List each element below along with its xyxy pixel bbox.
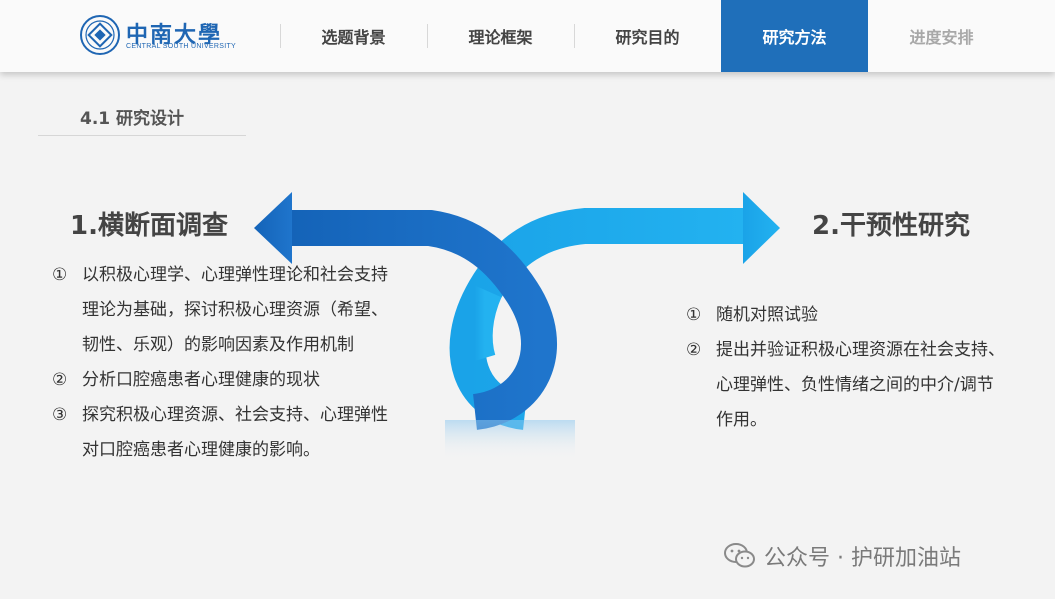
left-arrow-head-icon (254, 192, 292, 264)
nav-tab-objectives[interactable]: 研究目的 (574, 0, 721, 72)
nav-tab-methods[interactable]: 研究方法 (721, 0, 868, 72)
logo-english-name: CENTRAL SOUTH UNIVERSITY (126, 43, 237, 50)
item-number: ① (52, 265, 68, 285)
nav-tab-schedule[interactable]: 进度安排 (868, 0, 1015, 72)
wechat-watermark: 公众号 · 护研加油站 (724, 540, 961, 572)
list-item: ② 提出并验证积极心理资源在社会支持、心理弹性、负性情绪之间的中介/调节作用。 (686, 333, 1006, 438)
item-text: 分析口腔癌患者心理健康的现状 (82, 370, 320, 390)
list-item: ③ 探究积极心理资源、社会支持、心理弹性对口腔癌患者心理健康的影响。 (52, 398, 392, 468)
item-text: 以积极心理学、心理弹性理论和社会支持理论为基础，探讨积极心理资源（希望、韧性、乐… (82, 265, 388, 355)
section-divider (38, 135, 246, 136)
right-list: ① 随机对照试验 ② 提出并验证积极心理资源在社会支持、心理弹性、负性情绪之间的… (686, 298, 1006, 438)
right-arrow-head-icon (743, 192, 780, 264)
wechat-icon (724, 543, 755, 568)
section-title: 4.1 研究设计 (80, 109, 185, 129)
item-text: 提出并验证积极心理资源在社会支持、心理弹性、负性情绪之间的中介/调节作用。 (716, 340, 1005, 430)
item-number: ① (686, 305, 702, 325)
university-logo[interactable]: 中南大學 CENTRAL SOUTH UNIVERSITY (80, 15, 236, 57)
header-bar: 中南大學 CENTRAL SOUTH UNIVERSITY 选题背景 理论框架 … (0, 0, 1055, 72)
right-heading: 2.干预性研究 (812, 211, 970, 241)
item-text: 探究积极心理资源、社会支持、心理弹性对口腔癌患者心理健康的影响。 (82, 405, 388, 460)
list-item: ① 随机对照试验 (686, 298, 1006, 333)
item-number: ② (686, 340, 702, 360)
item-number: ③ (52, 405, 68, 425)
item-number: ② (52, 370, 68, 390)
university-seal-icon (80, 15, 120, 55)
item-text: 随机对照试验 (716, 305, 818, 325)
top-nav: 选题背景 理论框架 研究目的 研究方法 进度安排 (280, 0, 1015, 72)
left-heading: 1.横断面调查 (70, 211, 228, 241)
list-item: ① 以积极心理学、心理弹性理论和社会支持理论为基础，探讨积极心理资源（希望、韧性… (52, 258, 392, 363)
nav-tab-background[interactable]: 选题背景 (280, 0, 427, 72)
watermark-text: 公众号 · 护研加油站 (764, 546, 961, 571)
list-item: ② 分析口腔癌患者心理健康的现状 (52, 363, 392, 398)
left-list: ① 以积极心理学、心理弹性理论和社会支持理论为基础，探讨积极心理资源（希望、韧性… (52, 258, 392, 468)
nav-tab-framework[interactable]: 理论框架 (427, 0, 574, 72)
